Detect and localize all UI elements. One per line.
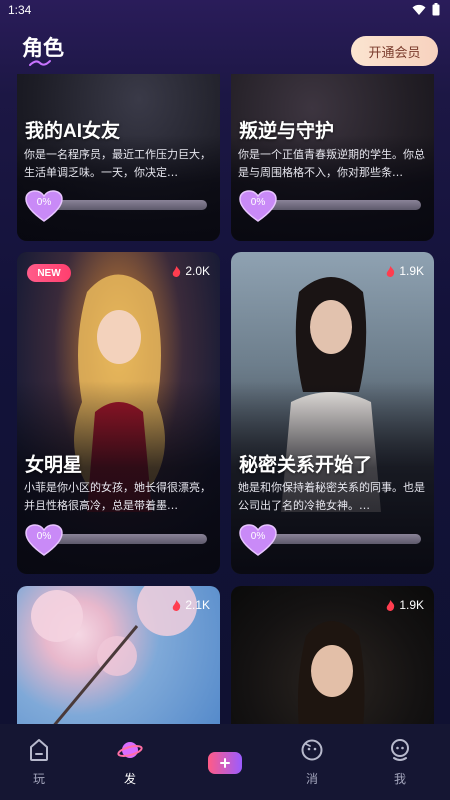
card-description: 小菲是你小区的女孩，她长得很漂亮，并且性格很高冷，总是带着墨… xyxy=(24,481,211,512)
header: 角色 开通会员 xyxy=(0,22,450,74)
progress-label: 0% xyxy=(250,531,266,542)
card-title: 女明星 xyxy=(25,455,83,476)
likes-count: 1.9K xyxy=(386,264,424,278)
affection-progress: 0% xyxy=(239,524,422,556)
flame-icon xyxy=(387,265,395,277)
likes-count: 2.0K xyxy=(172,264,210,278)
card-description: 你是一个正值青春叛逆期的学生。你总是与周围格格不入，你对那些条… xyxy=(238,148,425,179)
card-title: 我的AI女友 xyxy=(25,121,121,142)
wifi-icon xyxy=(412,4,426,15)
character-card[interactable]: 叛逆与守护 你是一个正值青春叛逆期的学生。你总是与周围格格不入，你对那些条… 0… xyxy=(231,74,434,241)
card-description: 她是和你保持着秘密关系的同事。也是公司出了名的冷艳女神。… xyxy=(238,481,425,512)
flame-icon xyxy=(387,599,395,611)
flame-icon xyxy=(173,265,181,277)
battery-icon xyxy=(432,3,440,16)
create-button[interactable] xyxy=(208,752,242,774)
progress-label: 0% xyxy=(250,197,266,208)
progress-label: 0% xyxy=(36,197,52,208)
status-bar: 1:34 xyxy=(0,0,450,22)
home-icon xyxy=(30,739,48,761)
tab-label: 玩 xyxy=(32,772,45,786)
plus-icon xyxy=(220,758,230,768)
tab-label: 发 xyxy=(123,772,136,786)
status-time: 1:34 xyxy=(8,3,32,17)
progress-label: 0% xyxy=(36,531,52,542)
card-title: 叛逆与守护 xyxy=(239,121,335,142)
affection-progress: 0% xyxy=(25,190,208,222)
new-badge: NEW xyxy=(27,264,71,282)
character-card[interactable]: NEW 2.0K 女明星 小菲是你小区的女孩，她长得很漂亮，并且性格很高冷，总是… xyxy=(17,252,220,574)
affection-progress: 0% xyxy=(239,190,422,222)
flame-icon xyxy=(173,599,181,611)
tab-profile[interactable]: 我 xyxy=(380,738,420,787)
status-icons xyxy=(412,3,440,16)
card-description: 你是一名程序员，最近工作压力巨大，生活单调乏味。一天，你决定… xyxy=(24,148,211,179)
character-card[interactable]: 1.9K 秘密关系开始了 她是和你保持着秘密关系的同事。也是公司出了名的冷艳女神… xyxy=(231,252,434,574)
tab-label: 我 xyxy=(393,772,406,786)
card-title: 秘密关系开始了 xyxy=(239,455,373,476)
tab-label: 消 xyxy=(305,772,318,786)
title-squiggle-icon xyxy=(29,60,51,66)
likes-count: 1.9K xyxy=(386,598,424,612)
bottom-tabbar: 玩 发 消 我 xyxy=(0,724,450,800)
tab-messages[interactable]: 消 xyxy=(292,738,332,787)
character-card[interactable]: 2.1K xyxy=(17,586,220,724)
chat-bubble-icon xyxy=(301,739,323,761)
robot-face-icon xyxy=(391,739,409,761)
character-card[interactable]: 1.9K xyxy=(231,586,434,724)
character-card[interactable]: 我的AI女友 你是一名程序员，最近工作压力巨大，生活单调乏味。一天，你决定… 0… xyxy=(17,74,220,241)
affection-progress: 0% xyxy=(25,524,208,556)
vip-button[interactable]: 开通会员 xyxy=(351,36,438,66)
character-grid[interactable]: 我的AI女友 你是一名程序员，最近工作压力巨大，生活单调乏味。一天，你决定… 0… xyxy=(0,74,450,724)
likes-count: 2.1K xyxy=(172,598,210,612)
tab-play[interactable]: 玩 xyxy=(19,738,59,787)
planet-icon xyxy=(117,742,143,758)
tab-discover[interactable]: 发 xyxy=(110,738,150,787)
